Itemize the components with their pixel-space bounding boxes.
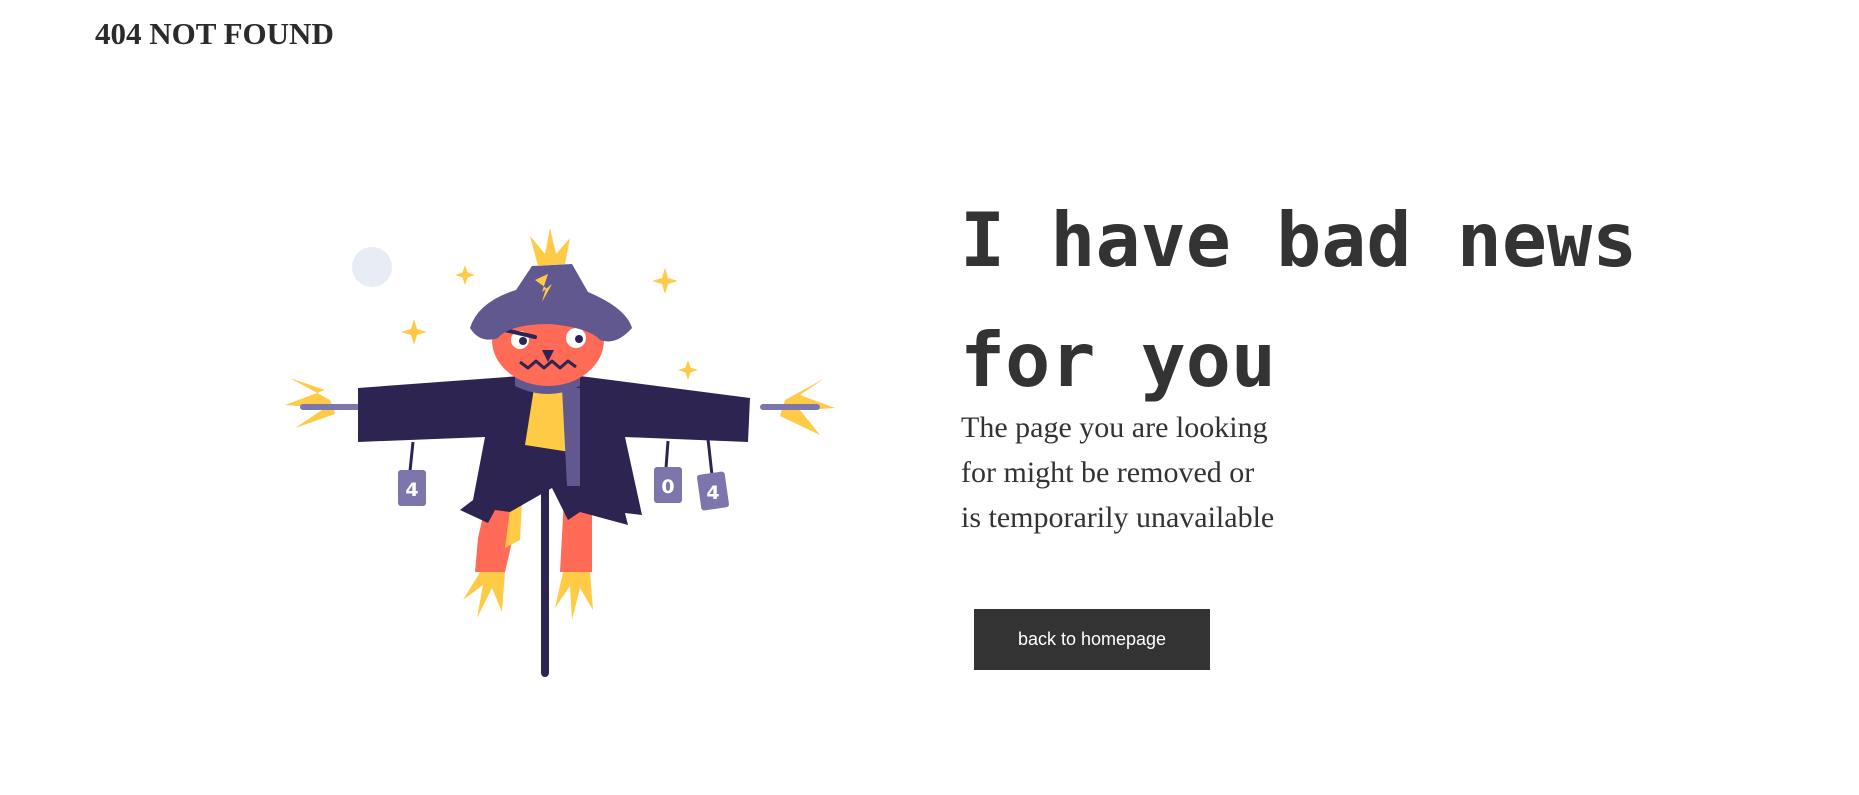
can-label: 0 [661, 476, 674, 498]
message-line: The page you are looking [961, 411, 1268, 444]
can-label: 4 [706, 482, 719, 504]
message-line: for might be removed or [961, 456, 1255, 489]
pole [541, 485, 549, 677]
error-message: The page you are looking for might be re… [961, 405, 1361, 540]
headline: I have bad news for you [960, 180, 1720, 420]
moon-icon [352, 247, 392, 287]
sparkle-icon [401, 319, 427, 345]
message-line: is temporarily unavailable [961, 501, 1275, 534]
scarecrow-illustration: 4 0 4 [280, 220, 840, 690]
headline-line: I have bad news [960, 196, 1638, 284]
can-label: 4 [405, 479, 418, 501]
sparkle-icon [652, 268, 678, 294]
sparkle-icon [678, 360, 698, 380]
page-title: 404 NOT FOUND [95, 16, 334, 51]
sparkle-icon [455, 265, 475, 285]
headline-line: for you [960, 316, 1277, 404]
back-to-homepage-button[interactable]: back to homepage [974, 609, 1210, 670]
